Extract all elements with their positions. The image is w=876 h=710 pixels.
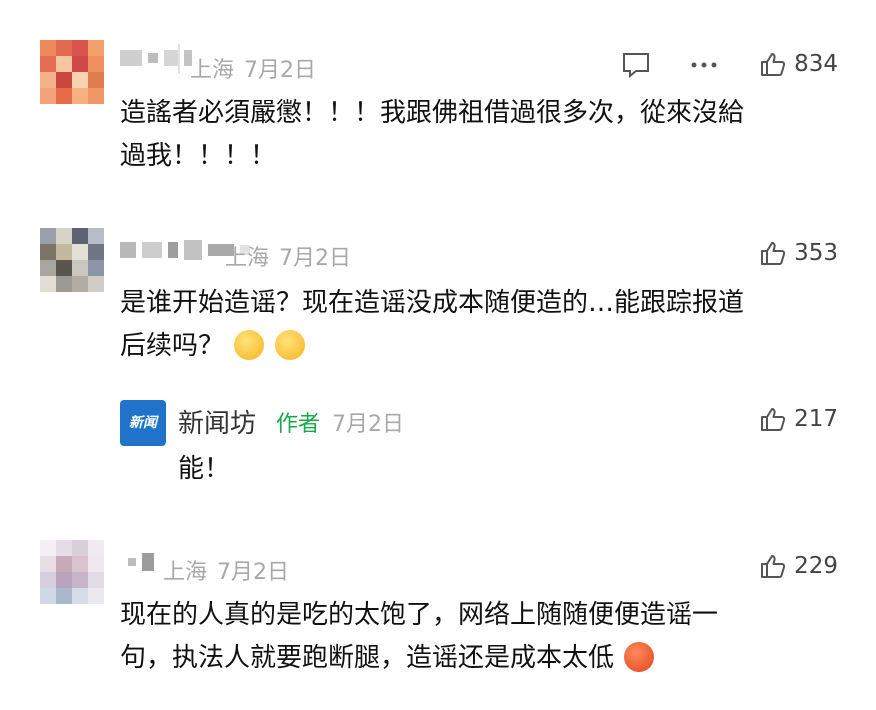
date: 7月2日 xyxy=(217,560,290,585)
more-icon[interactable] xyxy=(688,52,720,78)
reply-author-name[interactable]: 新闻坊 xyxy=(178,403,256,440)
comment-line-with-emoji: 后续吗？ xyxy=(120,325,850,368)
comment-line: 是谁开始造谣？现在造谣没成本随便造的…能跟踪报道 xyxy=(120,288,745,318)
username-blurred[interactable] xyxy=(120,50,192,66)
comment-line: 句，执法人就要跑断腿，造谣还是成本太低 xyxy=(120,643,615,673)
like-button[interactable]: 353 xyxy=(760,240,838,266)
author-badge: 作者 xyxy=(276,412,321,437)
reply-like-button[interactable]: 217 xyxy=(760,406,838,432)
thumbs-up-icon xyxy=(761,53,786,76)
comment-meta: 上海 7月2日 xyxy=(225,240,351,272)
comment-line: 后续吗？ xyxy=(120,331,225,361)
comment-text: 现在的人真的是吃的太饱了，网络上随随便便造谣一 句，执法人就要跑断腿，造谣还是成… xyxy=(120,594,850,680)
thumbs-up-icon xyxy=(761,555,786,578)
avatar[interactable] xyxy=(40,540,104,604)
avatar-logo-text: 新闻 xyxy=(129,415,157,431)
reply-text: 能！ xyxy=(178,454,231,484)
avatar[interactable] xyxy=(40,228,104,292)
location: 上海 xyxy=(190,58,235,83)
reply-date: 7月2日 xyxy=(332,412,404,437)
date: 7月2日 xyxy=(279,246,352,271)
like-button[interactable]: 834 xyxy=(760,51,838,77)
like-count: 353 xyxy=(794,240,838,266)
comment-meta: 上海 7月2日 xyxy=(190,52,316,84)
thumbs-up-icon xyxy=(761,242,786,265)
comment-text: 是谁开始造谣？现在造谣没成本随便造的…能跟踪报道 后续吗？ xyxy=(120,282,850,368)
angry-emoji xyxy=(624,642,655,672)
date: 7月2日 xyxy=(244,58,317,83)
location: 上海 xyxy=(163,560,208,585)
thumbs-up-icon xyxy=(761,408,786,431)
comment-line: 现在的人真的是吃的太饱了，网络上随随便便造谣一 xyxy=(120,600,719,630)
reply-icon[interactable] xyxy=(620,50,652,80)
like-count: 229 xyxy=(794,553,838,579)
like-button[interactable]: 229 xyxy=(760,553,838,579)
thinking-emoji xyxy=(234,330,265,360)
comment-line-with-emoji: 句，执法人就要跑断腿，造谣还是成本太低 xyxy=(120,637,850,680)
comment-line: 過我！！！！ xyxy=(120,141,277,171)
thinking-emoji xyxy=(274,330,305,360)
username-blurred[interactable] xyxy=(128,553,154,571)
like-count: 217 xyxy=(794,406,838,432)
comment-text: 造謠者必須嚴懲！！！我跟佛祖借過很多次，從來沒給 過我！！！！ xyxy=(120,92,850,178)
comment-line: 造謠者必須嚴懲！！！我跟佛祖借過很多次，從來沒給 xyxy=(120,98,745,128)
location: 上海 xyxy=(225,246,270,271)
comment-meta: 上海 7月2日 xyxy=(163,554,289,586)
divider xyxy=(178,44,180,74)
publisher-avatar[interactable]: 新闻 xyxy=(120,400,166,446)
like-count: 834 xyxy=(794,51,838,77)
avatar[interactable] xyxy=(40,40,104,104)
